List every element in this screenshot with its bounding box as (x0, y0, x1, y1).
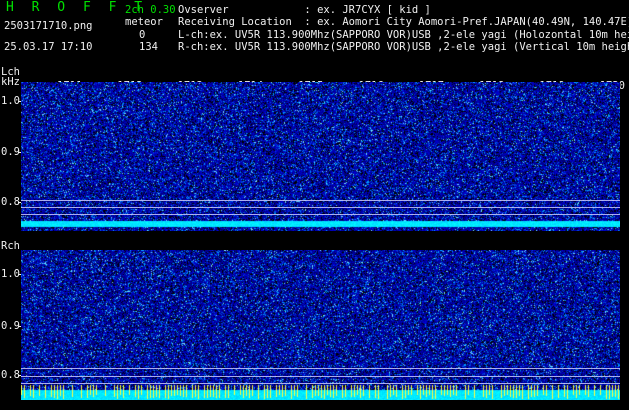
meteor-label: meteor (125, 16, 163, 28)
rch-spectrogram (21, 250, 620, 400)
rch-config-line: R-ch:ex. UV5R 113.900Mhz(SAPPORO VOR)USB… (178, 41, 629, 53)
lch-reference-line (21, 200, 620, 201)
mode-label: 2ch 0.30 (125, 4, 176, 16)
lch-reference-line (21, 207, 620, 208)
lch-reference-line (21, 214, 620, 215)
lch-config-line: L-ch:ex. UV5R 113.900Mhz(SAPPORO VOR)USB… (178, 29, 629, 41)
observer-line: Ovserver : ex. JR7CYX [ kid ] (178, 4, 431, 16)
rch-reference-line (21, 376, 620, 377)
rch-reference-line (21, 368, 620, 369)
lch-unit-label: kHz (1, 76, 20, 88)
rch-reference-line (21, 383, 620, 384)
detection-count: 134 (139, 41, 158, 53)
filename-label: 2503171710.png (4, 20, 93, 32)
timestamp-label: 25.03.17 17:10 (4, 41, 93, 53)
meteor-count: 0 (139, 29, 146, 41)
rch-label: Rch (1, 240, 20, 252)
lch-spectrogram (21, 82, 620, 231)
lch-waterfall-canvas (21, 82, 620, 231)
rch-waterfall-canvas (21, 250, 620, 400)
location-line: Receiving Location : ex. Aomori City Aom… (178, 16, 629, 28)
